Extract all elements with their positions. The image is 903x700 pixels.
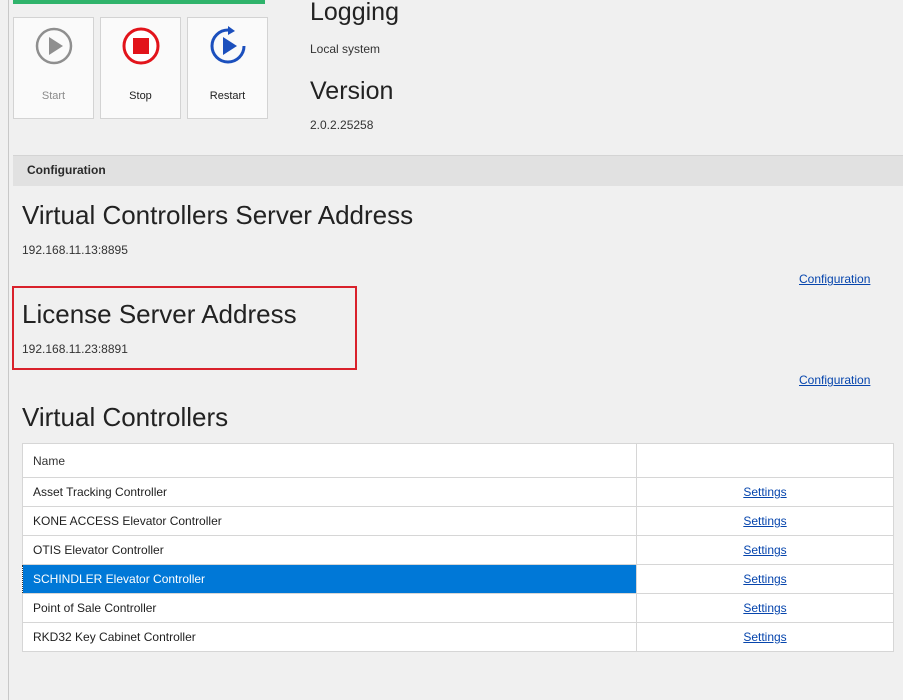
left-border — [8, 0, 9, 700]
table-row[interactable]: KONE ACCESS Elevator Controller Settings — [22, 506, 894, 536]
restart-button[interactable]: Restart — [187, 17, 268, 119]
start-button[interactable]: Start — [13, 17, 94, 119]
virtual-server-address: 192.168.11.13:8895 — [22, 243, 128, 257]
settings-link[interactable]: Settings — [743, 601, 786, 615]
settings-link[interactable]: Settings — [743, 572, 786, 586]
table-row[interactable]: RKD32 Key Cabinet Controller Settings — [22, 622, 894, 652]
license-server-title: License Server Address — [22, 299, 297, 329]
table-row-selected[interactable]: SCHINDLER Elevator Controller Settings — [22, 564, 894, 594]
stop-button-label: Stop — [129, 90, 152, 102]
controller-name[interactable]: SCHINDLER Elevator Controller — [22, 564, 637, 594]
settings-link[interactable]: Settings — [743, 630, 786, 644]
configuration-section-header: Configuration — [13, 155, 903, 186]
table-row[interactable]: OTIS Elevator Controller Settings — [22, 535, 894, 565]
start-button-label: Start — [41, 90, 66, 102]
configuration-header-label: Configuration — [27, 163, 106, 177]
stop-icon — [122, 27, 160, 65]
settings-link[interactable]: Settings — [743, 514, 786, 528]
table-row[interactable]: Asset Tracking Controller Settings — [22, 477, 894, 507]
logging-value: Local system — [310, 42, 381, 56]
controller-name[interactable]: Asset Tracking Controller — [22, 477, 637, 507]
controller-name[interactable]: Point of Sale Controller — [22, 593, 637, 623]
virtual-server-configuration-link[interactable]: Configuration — [799, 272, 870, 286]
virtual-controllers-title: Virtual Controllers — [22, 402, 229, 432]
version-title: Version — [310, 77, 394, 105]
restart-icon — [210, 26, 246, 64]
restart-button-label: Restart — [209, 90, 246, 102]
controller-name[interactable]: RKD32 Key Cabinet Controller — [22, 622, 637, 652]
controller-name[interactable]: KONE ACCESS Elevator Controller — [22, 506, 637, 536]
settings-link[interactable]: Settings — [743, 485, 786, 499]
controller-name[interactable]: OTIS Elevator Controller — [22, 535, 637, 565]
play-icon — [35, 27, 73, 65]
virtual-server-title: Virtual Controllers Server Address — [22, 200, 414, 230]
controllers-table: Name Asset Tracking Controller Settings … — [22, 443, 894, 652]
table-row[interactable]: Point of Sale Controller Settings — [22, 593, 894, 623]
license-server-configuration-link[interactable]: Configuration — [799, 373, 870, 387]
column-header-actions — [636, 443, 894, 478]
version-value: 2.0.2.25258 — [310, 118, 374, 132]
table-header-row: Name — [22, 443, 894, 478]
column-header-name[interactable]: Name — [22, 443, 637, 478]
status-accent-bar — [13, 0, 265, 10]
settings-link[interactable]: Settings — [743, 543, 786, 557]
license-server-address: 192.168.11.23:8891 — [22, 342, 128, 356]
stop-button[interactable]: Stop — [100, 17, 181, 119]
logging-title: Logging — [310, 0, 399, 26]
